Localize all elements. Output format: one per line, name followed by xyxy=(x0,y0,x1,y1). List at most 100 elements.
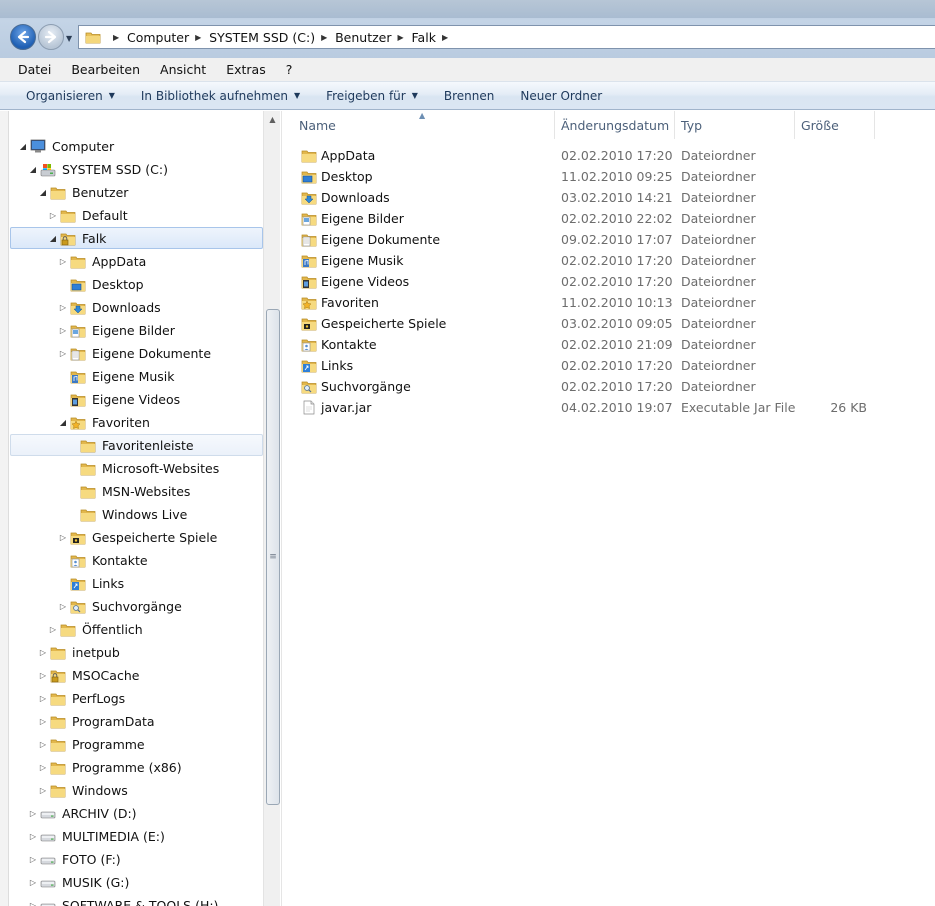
tree-item[interactable]: ▷ FOTO (F:) xyxy=(28,848,121,870)
tree-item[interactable]: Eigene Musik xyxy=(58,365,175,387)
new-folder-button[interactable]: Neuer Ordner xyxy=(510,89,612,103)
scrollbar-thumb[interactable]: ≡ xyxy=(266,309,280,805)
menu-extras[interactable]: Extras xyxy=(216,62,276,77)
tree-item[interactable]: ◢ SYSTEM SSD (C:) xyxy=(28,158,168,180)
tree-item[interactable]: ▷ MSOCache xyxy=(38,664,140,686)
file-row[interactable]: Eigene Bilder 02.02.2010 22:02 Dateiordner xyxy=(283,208,883,229)
breadcrumb-separator-icon[interactable]: ▶ xyxy=(398,33,406,42)
collapsed-arrow-icon[interactable]: ▷ xyxy=(28,878,38,887)
collapsed-arrow-icon[interactable]: ▷ xyxy=(38,786,48,795)
breadcrumb-separator-icon[interactable]: ▶ xyxy=(321,33,329,42)
tree-item[interactable]: Eigene Videos xyxy=(58,388,180,410)
column-header-type[interactable]: Typ xyxy=(675,111,795,139)
menu-ansicht[interactable]: Ansicht xyxy=(150,62,216,77)
expanded-arrow-icon[interactable]: ◢ xyxy=(58,418,68,427)
collapsed-arrow-icon[interactable]: ▷ xyxy=(58,257,68,266)
tree-item[interactable]: ▷ MULTIMEDIA (E:) xyxy=(28,825,165,847)
tree-item[interactable]: ▷ Öffentlich xyxy=(48,618,143,640)
breadcrumb-separator-icon[interactable]: ▶ xyxy=(113,33,121,42)
tree-item[interactable]: Windows Live xyxy=(68,503,187,525)
collapsed-arrow-icon[interactable]: ▷ xyxy=(38,740,48,749)
collapsed-arrow-icon[interactable]: ▷ xyxy=(38,694,48,703)
organize-button[interactable]: Organisieren ▼ xyxy=(16,89,125,103)
expanded-arrow-icon[interactable]: ◢ xyxy=(18,142,28,151)
tree-item[interactable]: Desktop xyxy=(58,273,144,295)
tree-item[interactable]: ▷ Windows xyxy=(38,779,128,801)
include-in-library-button[interactable]: In Bibliothek aufnehmen ▼ xyxy=(131,89,310,103)
breadcrumb-separator-icon[interactable]: ▶ xyxy=(195,33,203,42)
collapsed-arrow-icon[interactable]: ▷ xyxy=(38,671,48,680)
tree-item[interactable]: ▷ AppData xyxy=(58,250,146,272)
tree-item[interactable]: ◢ Benutzer xyxy=(38,181,128,203)
tree-item[interactable]: ▷ MUSIK (G:) xyxy=(28,871,129,893)
collapsed-arrow-icon[interactable]: ▷ xyxy=(58,303,68,312)
collapsed-arrow-icon[interactable]: ▷ xyxy=(38,648,48,657)
tree-item[interactable]: ▷ Eigene Bilder xyxy=(58,319,175,341)
file-row[interactable]: Desktop 11.02.2010 09:25 Dateiordner xyxy=(283,166,883,187)
tree-item[interactable]: Favoritenleiste xyxy=(10,434,263,456)
breadcrumb-computer[interactable]: Computer xyxy=(127,30,189,45)
breadcrumb-benutzer[interactable]: Benutzer xyxy=(335,30,391,45)
column-header-date[interactable]: Änderungsdatum xyxy=(555,111,675,139)
file-row[interactable]: javar.jar 04.02.2010 19:07 Executable Jar … xyxy=(283,397,883,418)
tree-item[interactable]: ▷ ARCHIV (D:) xyxy=(28,802,137,824)
collapsed-arrow-icon[interactable]: ▷ xyxy=(28,855,38,864)
tree-item[interactable]: ▷ inetpub xyxy=(38,641,120,663)
menu-bearbeiten[interactable]: Bearbeiten xyxy=(61,62,150,77)
scroll-up-arrow-icon[interactable]: ▲ xyxy=(264,111,281,128)
file-row[interactable]: AppData 02.02.2010 17:20 Dateiordner xyxy=(283,145,883,166)
collapsed-arrow-icon[interactable]: ▷ xyxy=(28,901,38,906)
burn-button[interactable]: Brennen xyxy=(434,89,504,103)
recent-pages-dropdown[interactable]: ▼ xyxy=(66,34,72,43)
breadcrumb-falk[interactable]: Falk xyxy=(412,30,436,45)
tree-item[interactable]: ◢ Computer xyxy=(18,135,114,157)
tree-item[interactable]: ▷ Eigene Dokumente xyxy=(58,342,211,364)
collapsed-arrow-icon[interactable]: ▷ xyxy=(58,349,68,358)
menu-datei[interactable]: Datei xyxy=(8,62,61,77)
collapsed-arrow-icon[interactable]: ▷ xyxy=(38,763,48,772)
collapsed-arrow-icon[interactable]: ▷ xyxy=(48,211,58,220)
expanded-arrow-icon[interactable]: ◢ xyxy=(38,188,48,197)
tree-item[interactable]: ◢ Falk xyxy=(10,227,263,249)
breadcrumb-system-ssd[interactable]: SYSTEM SSD (C:) xyxy=(209,30,315,45)
tree-item[interactable]: ▷ Programme (x86) xyxy=(38,756,182,778)
tree-item[interactable]: MSN-Websites xyxy=(68,480,190,502)
collapsed-arrow-icon[interactable]: ▷ xyxy=(58,326,68,335)
tree-item[interactable]: Kontakte xyxy=(58,549,148,571)
collapsed-arrow-icon[interactable]: ▷ xyxy=(58,602,68,611)
breadcrumb-separator-icon[interactable]: ▶ xyxy=(442,33,450,42)
tree-item[interactable]: Microsoft-Websites xyxy=(68,457,219,479)
column-header-size[interactable]: Größe xyxy=(795,111,875,139)
collapsed-arrow-icon[interactable]: ▷ xyxy=(48,625,58,634)
tree-item[interactable]: Links xyxy=(58,572,124,594)
tree-item[interactable]: ▷ ProgramData xyxy=(38,710,155,732)
collapsed-arrow-icon[interactable]: ▷ xyxy=(38,717,48,726)
tree-item[interactable]: ▷ Default xyxy=(48,204,128,226)
collapsed-arrow-icon[interactable]: ▷ xyxy=(58,533,68,542)
expanded-arrow-icon[interactable]: ◢ xyxy=(28,165,38,174)
tree-item[interactable]: ▷ Suchvorgänge xyxy=(58,595,182,617)
forward-button[interactable] xyxy=(38,24,64,50)
address-bar[interactable]: ▶ Computer ▶ SYSTEM SSD (C:) ▶ Benutzer … xyxy=(78,25,935,49)
file-row[interactable]: Favoriten 11.02.2010 10:13 Dateiordner xyxy=(283,292,883,313)
file-row[interactable]: Downloads 03.02.2010 14:21 Dateiordner xyxy=(283,187,883,208)
back-button[interactable] xyxy=(10,24,36,50)
tree-item[interactable]: ▷ PerfLogs xyxy=(38,687,125,709)
file-row[interactable]: Eigene Dokumente 09.02.2010 17:07 Dateiord… xyxy=(283,229,883,250)
nav-scrollbar[interactable]: ▲ ≡ xyxy=(263,111,280,906)
tree-item[interactable]: ▷ SOFTWARE & TOOLS (H:) xyxy=(28,894,218,906)
file-row[interactable]: Suchvorgänge 02.02.2010 17:20 Dateiordner xyxy=(283,376,883,397)
collapsed-arrow-icon[interactable]: ▷ xyxy=(28,809,38,818)
share-with-button[interactable]: Freigeben für ▼ xyxy=(316,89,428,103)
tree-item[interactable]: ◢ Favoriten xyxy=(58,411,150,433)
file-row[interactable]: Eigene Musik 02.02.2010 17:20 Dateiordner xyxy=(283,250,883,271)
file-row[interactable]: Gespeicherte Spiele 03.02.2010 09:05 Datei… xyxy=(283,313,883,334)
collapsed-arrow-icon[interactable]: ▷ xyxy=(28,832,38,841)
tree-item[interactable]: ▷ Programme xyxy=(38,733,145,755)
file-row[interactable]: Kontakte 02.02.2010 21:09 Dateiordner xyxy=(283,334,883,355)
expanded-arrow-icon[interactable]: ◢ xyxy=(48,234,58,243)
file-row[interactable]: Eigene Videos 02.02.2010 17:20 Dateiordner xyxy=(283,271,883,292)
tree-item[interactable]: ▷ Gespeicherte Spiele xyxy=(58,526,217,548)
tree-item[interactable]: ▷ Downloads xyxy=(58,296,161,318)
file-row[interactable]: Links 02.02.2010 17:20 Dateiordner xyxy=(283,355,883,376)
